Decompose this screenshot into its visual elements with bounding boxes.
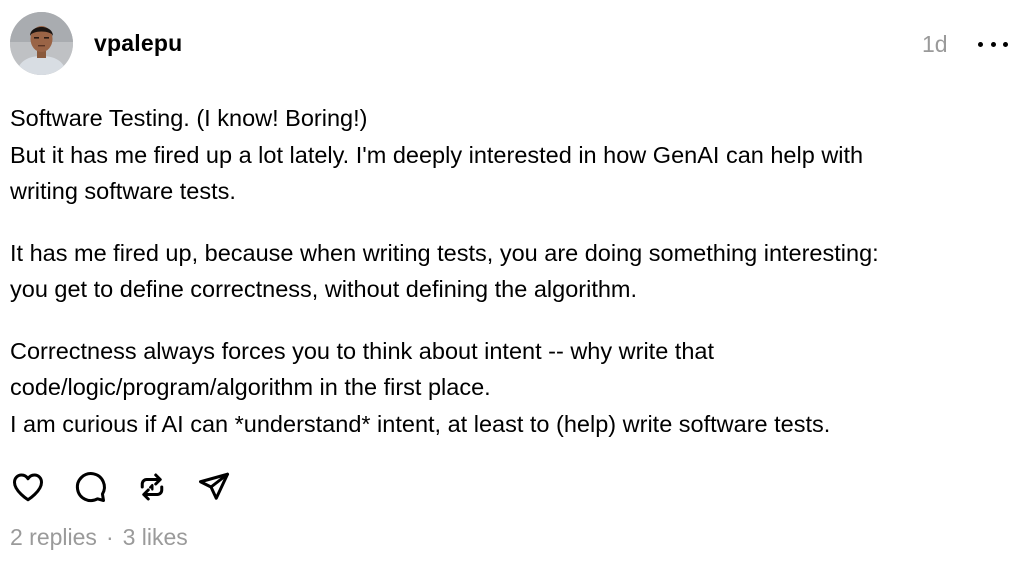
- comment-icon: [75, 472, 106, 503]
- action-bar: [10, 469, 232, 505]
- post-text-line: Correctness always forces you to think a…: [10, 337, 715, 364]
- likes-count[interactable]: 3 likes: [123, 524, 188, 551]
- avatar-image: [10, 12, 73, 75]
- repost-button[interactable]: [134, 469, 170, 505]
- post-text-line: you get to define correctness, without d…: [10, 276, 638, 302]
- post-text-line: It has me fired up, because when writing…: [10, 239, 879, 266]
- post-timestamp: 1d: [922, 31, 948, 57]
- post-text-line: writing software tests.: [10, 178, 236, 204]
- post-paragraph: It has me fired up, because when writing…: [10, 235, 1015, 308]
- post-text-line: Software Testing. (I know! Boring!): [10, 105, 368, 131]
- comment-button[interactable]: [72, 469, 108, 505]
- more-dots-icon: [978, 41, 983, 47]
- share-icon: [199, 472, 229, 500]
- post-text-line: code/logic/program/algorithm in the firs…: [10, 374, 491, 400]
- stats-separator: ·: [105, 524, 114, 550]
- replies-count[interactable]: 2 replies: [10, 524, 97, 551]
- share-button[interactable]: [196, 469, 232, 505]
- post-card: vpalepu 1d Software Testing. (I know! Bo…: [0, 0, 1023, 563]
- post-text-line: I am curious if AI can *understand* inte…: [10, 410, 831, 437]
- post-stats: 2 replies · 3 likes: [10, 524, 188, 551]
- author-username[interactable]: vpalepu: [94, 30, 182, 57]
- post-paragraph: Software Testing. (I know! Boring!) But …: [10, 100, 1015, 210]
- post-paragraph: Correctness always forces you to think a…: [10, 333, 1015, 443]
- post-body: Software Testing. (I know! Boring!) But …: [10, 100, 1015, 467]
- heart-icon: [13, 473, 43, 502]
- more-options-button[interactable]: [978, 36, 1008, 52]
- repost-icon: [140, 473, 164, 501]
- avatar[interactable]: [10, 12, 73, 75]
- post-text-line: But it has me fired up a lot lately. I'm…: [10, 141, 864, 168]
- like-button[interactable]: [10, 469, 46, 505]
